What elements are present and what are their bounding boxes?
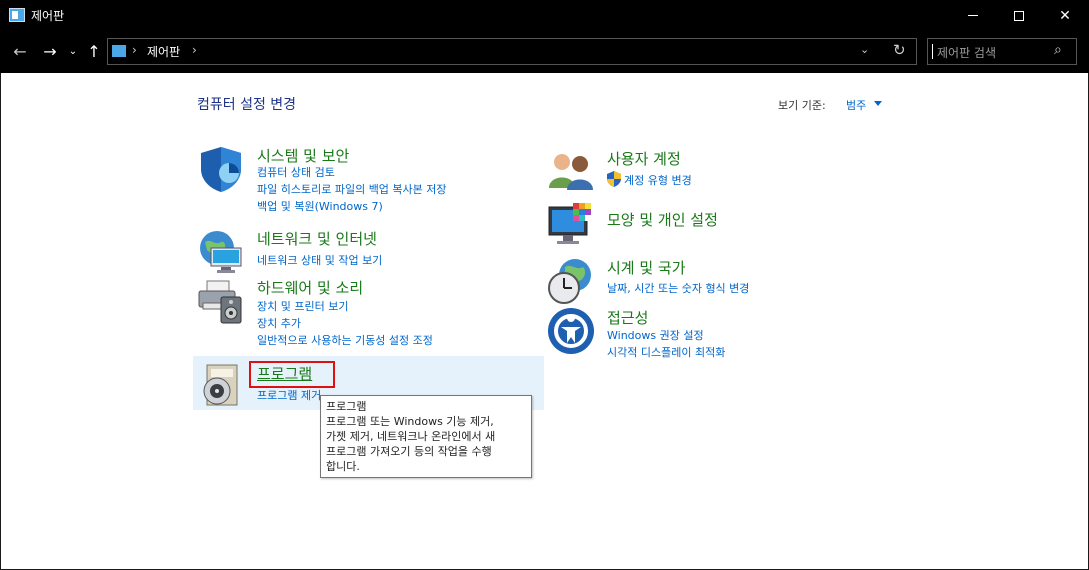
breadcrumb-control-panel[interactable]: 제어판	[147, 43, 180, 60]
link-date-time-format[interactable]: 날짜, 시간 또는 숫자 형식 변경	[607, 280, 749, 296]
search-box[interactable]: 제어판 검색 ⌕	[927, 38, 1077, 65]
uac-shield-icon	[607, 171, 621, 187]
link-add-device[interactable]: 장치 추가	[257, 315, 301, 331]
link-review-computer-status[interactable]: 컴퓨터 상태 검토	[257, 164, 335, 180]
search-icon[interactable]: ⌕	[1054, 42, 1062, 58]
shield-icon[interactable]	[197, 145, 245, 193]
chevron-down-icon: ⌄	[68, 45, 78, 57]
view-by-dropdown[interactable]: 범주	[846, 97, 866, 113]
link-change-account-type[interactable]: 계정 유형 변경	[624, 172, 692, 188]
close-icon: ✕	[1059, 7, 1071, 24]
tooltip-line: 프로그램 가져오기 등의 작업을 수행	[326, 445, 492, 458]
control-panel-icon	[112, 45, 126, 57]
link-file-history-backup[interactable]: 파일 히스토리로 파일의 백업 복사본 저장	[257, 181, 447, 197]
recent-locations-button[interactable]: ⌄	[66, 41, 80, 61]
link-optimize-visual-display[interactable]: 시각적 디스플레이 최적화	[607, 344, 725, 360]
printer-speaker-icon[interactable]	[197, 277, 245, 325]
forward-button[interactable]: →	[40, 41, 60, 61]
refresh-icon[interactable]: ↻	[893, 41, 906, 59]
tooltip-line: 가젯 제거, 네트워크나 온라인에서 새	[326, 430, 496, 443]
link-uninstall-program[interactable]: 프로그램 제거	[257, 387, 321, 403]
page-title: 컴퓨터 설정 변경	[197, 97, 297, 113]
link-windows-recommended-settings[interactable]: Windows 권장 설정	[607, 327, 704, 343]
link-mobility-settings[interactable]: 일반적으로 사용하는 기동성 설정 조정	[257, 332, 433, 348]
category-title[interactable]: 사용자 계정	[607, 148, 681, 169]
address-bar[interactable]: › 제어판 › ⌄ ↻	[107, 38, 917, 65]
programs-tooltip: 프로그램 프로그램 또는 Windows 기능 제거, 가젯 제거, 네트워크나…	[320, 395, 532, 478]
category-title[interactable]: 하드웨어 및 소리	[257, 277, 363, 298]
category-title[interactable]: 접근성	[607, 307, 648, 328]
back-button[interactable]: ←	[10, 41, 30, 61]
breadcrumb-separator-icon[interactable]: ›	[192, 43, 197, 57]
category-title[interactable]: 네트워크 및 인터넷	[257, 228, 377, 249]
category-title[interactable]: 시계 및 국가	[607, 257, 686, 278]
arrow-up-icon: ↑	[87, 41, 101, 61]
control-panel-content: 컴퓨터 설정 변경 보기 기준: 범주 시스템 및 보안 컴퓨터 상태 검토 파…	[0, 73, 1089, 570]
network-globe-icon[interactable]	[197, 228, 245, 276]
link-network-status[interactable]: 네트워크 상태 및 작업 보기	[257, 252, 382, 268]
tooltip-line: 합니다.	[326, 460, 360, 473]
tooltip-line: 프로그램	[326, 400, 367, 413]
address-dropdown-icon[interactable]: ⌄	[860, 43, 869, 56]
category-title[interactable]: 시스템 및 보안	[257, 145, 349, 166]
minimize-button[interactable]	[950, 0, 996, 31]
minimize-icon	[968, 15, 978, 16]
up-button[interactable]: ↑	[84, 41, 104, 61]
text-caret	[932, 44, 933, 59]
user-accounts-icon[interactable]	[547, 148, 595, 196]
clock-globe-icon[interactable]	[547, 257, 595, 305]
maximize-button[interactable]	[996, 0, 1042, 31]
category-title[interactable]: 모양 및 개인 설정	[607, 209, 718, 230]
window-title: 제어판	[31, 9, 65, 23]
programs-disc-icon[interactable]	[197, 361, 245, 409]
navigation-bar: ← → ⌄ ↑ › 제어판 › ⌄ ↻ 제어판 검색 ⌕	[0, 31, 1089, 73]
link-backup-restore[interactable]: 백업 및 복원(Windows 7)	[257, 198, 383, 214]
view-by-label: 보기 기준:	[778, 99, 826, 112]
search-placeholder: 제어판 검색	[937, 46, 997, 60]
arrow-right-icon: →	[43, 41, 57, 61]
maximize-icon	[1014, 10, 1024, 21]
focus-rectangle	[249, 361, 335, 388]
control-panel-icon	[9, 8, 25, 22]
accessibility-icon[interactable]	[547, 307, 595, 355]
title-bar: 제어판 ✕	[0, 0, 1089, 31]
breadcrumb-separator-icon[interactable]: ›	[132, 43, 137, 57]
link-devices-printers[interactable]: 장치 및 프린터 보기	[257, 298, 348, 314]
tooltip-line: 프로그램 또는 Windows 기능 제거,	[326, 415, 494, 428]
arrow-left-icon: ←	[13, 41, 27, 61]
monitor-palette-icon[interactable]	[547, 201, 595, 249]
view-by-caret-icon[interactable]	[874, 101, 882, 106]
close-button[interactable]: ✕	[1042, 0, 1088, 31]
